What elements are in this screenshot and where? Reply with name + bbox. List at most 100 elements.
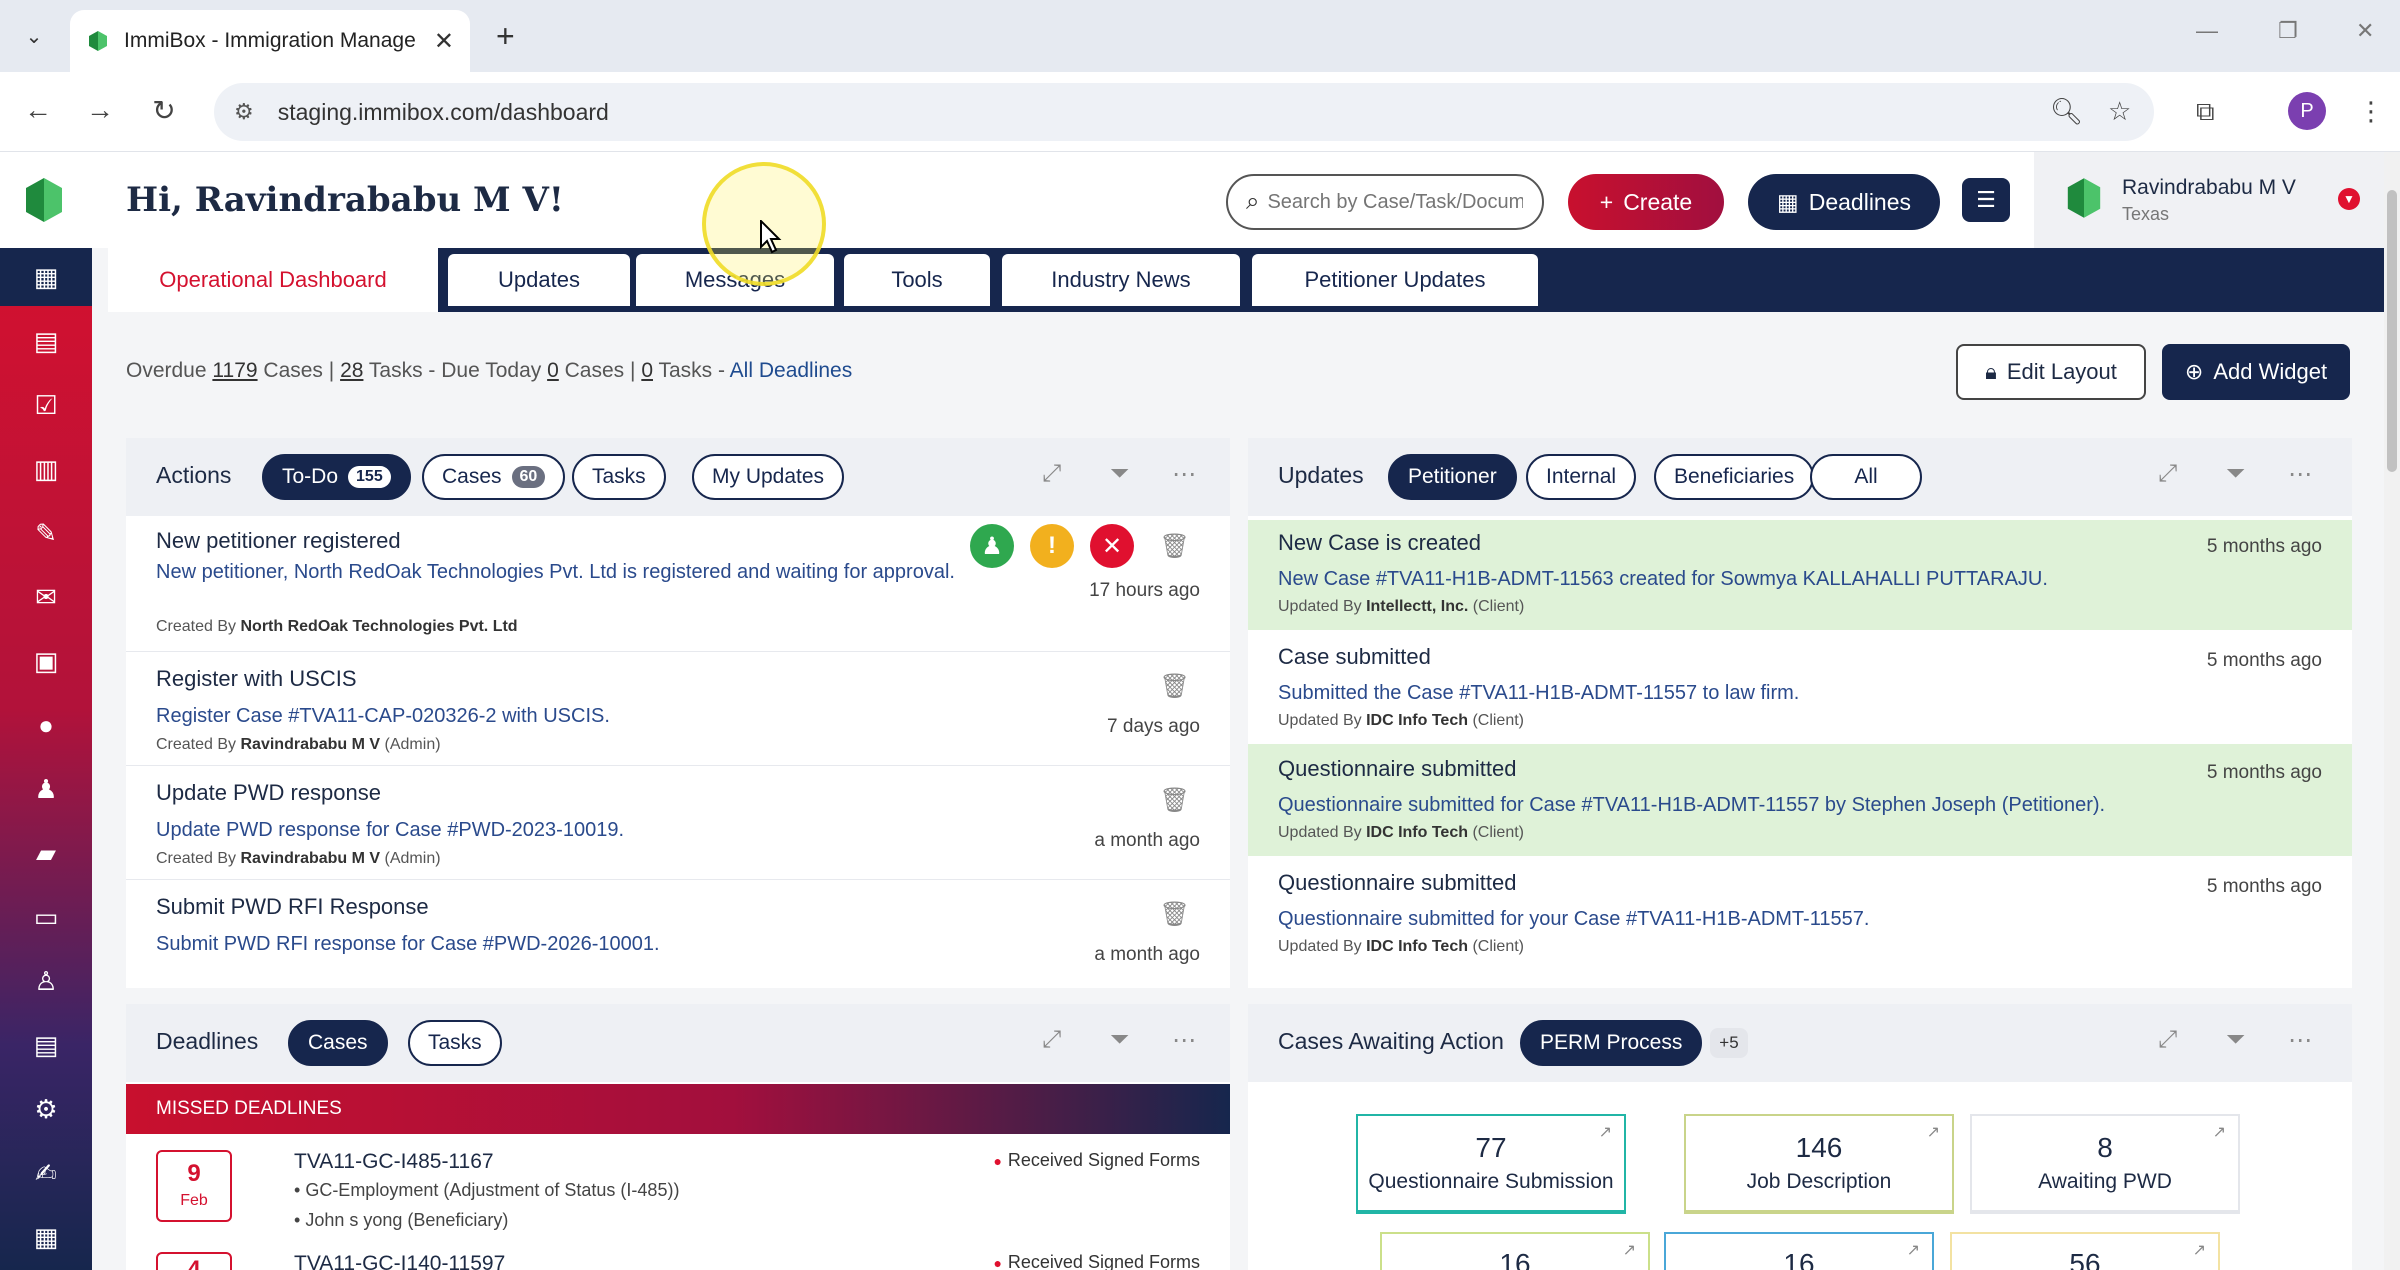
extensions-icon[interactable]: ⧉ [2196,96,2215,128]
search-input[interactable] [1267,190,1524,214]
due-cases-link[interactable]: 0 [547,359,559,382]
expand-icon[interactable]: ⤢ [2158,460,2177,488]
filter-perm-process[interactable]: PERM Process [1520,1020,1703,1066]
sidebar-cases-icon[interactable]: ▤ [0,312,92,370]
warning-icon[interactable]: ! [1030,524,1074,568]
sidebar-clipboard-icon[interactable]: ▣ [0,632,92,690]
sidebar-folders-icon[interactable]: ▰ [0,824,92,882]
tab-operational-dashboard[interactable]: Operational Dashboard [108,248,438,312]
sidebar-reports-icon[interactable]: ▭ [0,888,92,946]
tab-industry-news[interactable]: Industry News [1002,254,1240,306]
tab-search-chevron-icon[interactable]: ⌄ [14,16,54,56]
url-field[interactable]: ⚙ staging.immibox.com/dashboard [214,83,2154,141]
filter-all[interactable]: All [1810,454,1922,500]
filter-beneficiaries[interactable]: Beneficiaries [1654,454,1815,500]
filter-internal[interactable]: Internal [1526,454,1637,500]
filter-petitioner[interactable]: Petitioner [1388,454,1517,500]
global-search[interactable]: ⌕ [1226,174,1544,230]
tab-updates[interactable]: Updates [448,254,630,306]
expand-icon[interactable]: ⤢ [1042,1026,1061,1054]
approve-icon[interactable]: ♟ [970,524,1014,568]
trash-icon[interactable]: 🗑︎ [1160,900,1190,929]
overdue-cases-link[interactable]: 1179 [212,359,257,382]
overdue-tasks-link[interactable]: 28 [340,359,363,382]
list-item[interactable]: Questionnaire submitted Questionnaire su… [1248,858,2352,970]
more-icon[interactable]: ⋯ [2288,460,2312,489]
create-button[interactable]: + Create [1568,174,1724,230]
scrollbar-thumb[interactable] [2387,190,2397,472]
sidebar-people-icon[interactable]: ♟ [0,760,92,818]
forward-icon[interactable]: → [82,94,118,126]
browser-menu-icon[interactable]: ⋮ [2358,96,2384,127]
sidebar-notes-icon[interactable]: ✍ [0,1144,92,1202]
due-tasks-link[interactable]: 0 [641,359,653,382]
immibox-logo-icon[interactable] [24,176,64,224]
tab-tools[interactable]: Tools [844,254,990,306]
more-icon[interactable]: ⋯ [2288,1026,2312,1055]
list-item[interactable]: Questionnaire submitted Questionnaire su… [1248,744,2352,856]
list-item[interactable]: Case submitted Submitted the Case #TVA11… [1248,634,2352,744]
sidebar-users-icon[interactable]: ♙ [0,952,92,1010]
zoom-icon[interactable]: 🔍︎ [2050,96,2083,127]
deadline-case-link[interactable]: TVA11-GC-I140-11597 [294,1252,505,1270]
sidebar-documents-icon[interactable]: ▥ [0,440,92,498]
chevron-down-icon[interactable]: ▼ [2338,188,2360,210]
stat-card[interactable]: 146 Job Description ↗ [1684,1114,1954,1214]
list-item[interactable]: New Case is created New Case #TVA11-H1B-… [1248,520,2352,630]
reject-icon[interactable]: ✕ [1090,524,1134,568]
deadlines-button[interactable]: ▦ Deadlines [1748,174,1940,230]
back-icon[interactable]: ← [20,94,56,126]
filter-deadline-tasks[interactable]: Tasks [408,1020,502,1066]
stat-card[interactable]: 8 Awaiting PWD ↗ [1970,1114,2240,1214]
filter-my-updates[interactable]: My Updates [692,454,845,500]
trash-icon[interactable]: 🗑︎ [1160,672,1190,701]
site-info-icon[interactable]: ⚙ [234,99,254,125]
deadline-case-link[interactable]: TVA11-GC-I485-1167 [294,1150,494,1174]
tab-petitioner-updates[interactable]: Petitioner Updates [1252,254,1538,306]
new-tab-icon[interactable]: + [496,16,515,56]
minimize-icon[interactable]: — [2196,18,2218,44]
more-icon[interactable]: ⋯ [1172,460,1196,489]
list-item[interactable]: Submit PWD RFI Response Submit PWD RFI r… [126,880,1230,988]
bookmark-star-icon[interactable]: ☆ [2108,96,2131,127]
filter-icon[interactable]: ⏷ [2226,460,2245,488]
filter-todo[interactable]: To-Do 155 [262,454,411,500]
sidebar-settings-icon[interactable]: ⚙ [0,1080,92,1138]
stat-card[interactable]: 56 ↗ [1950,1232,2220,1270]
sidebar-dashboard-icon[interactable]: ▦ [0,248,92,306]
filter-cases[interactable]: Cases 60 [422,454,566,500]
filter-icon[interactable]: ⏷ [2226,1026,2245,1054]
sidebar-forms-icon[interactable]: ✎ [0,504,92,562]
restore-icon[interactable]: ❐ [2278,18,2298,44]
filter-tasks[interactable]: Tasks [572,454,666,500]
chat-icon[interactable]: ☰ [1962,178,2010,222]
sidebar-messages-icon[interactable]: ✉ [0,568,92,626]
close-tab-icon[interactable]: ✕ [434,27,454,56]
list-item[interactable]: Register with USCIS Register Case #TVA11… [126,652,1230,766]
stat-card[interactable]: 16 ↗ [1380,1232,1650,1270]
more-icon[interactable]: ⋯ [1172,1026,1196,1055]
sidebar-beneficiaries-icon[interactable]: ● [0,696,92,754]
expand-icon[interactable]: ⤢ [1042,460,1061,488]
profile-avatar[interactable]: P [2288,92,2326,130]
all-deadlines-link[interactable]: All Deadlines [730,359,853,382]
filter-icon[interactable]: ⏷ [1110,460,1129,488]
reload-icon[interactable]: ↻ [146,94,182,127]
stat-card[interactable]: 77 Questionnaire Submission ↗ [1356,1114,1626,1214]
sidebar-calendar-icon[interactable]: ▦ [0,1208,92,1266]
list-item[interactable]: New petitioner registered New petitioner… [126,516,1230,652]
expand-icon[interactable]: ⤢ [2158,1026,2177,1054]
filter-icon[interactable]: ⏷ [1110,1026,1129,1054]
add-widget-button[interactable]: ⊕ Add Widget [2162,344,2350,400]
sidebar-ledger-icon[interactable]: ▤ [0,1016,92,1074]
trash-icon[interactable]: 🗑︎ [1160,532,1190,561]
sidebar-tasks-icon[interactable]: ☑ [0,376,92,434]
user-menu[interactable]: Ravindrababu M V Texas ▼ [2034,152,2400,248]
close-window-icon[interactable]: ✕ [2356,18,2374,44]
filter-deadline-cases[interactable]: Cases [288,1020,388,1066]
page-scrollbar[interactable] [2384,152,2400,1270]
stat-card[interactable]: 16 ↗ [1664,1232,1934,1270]
list-item[interactable]: Update PWD response Update PWD response … [126,766,1230,880]
more-filters-badge[interactable]: +5 [1710,1028,1748,1058]
trash-icon[interactable]: 🗑︎ [1160,786,1190,815]
